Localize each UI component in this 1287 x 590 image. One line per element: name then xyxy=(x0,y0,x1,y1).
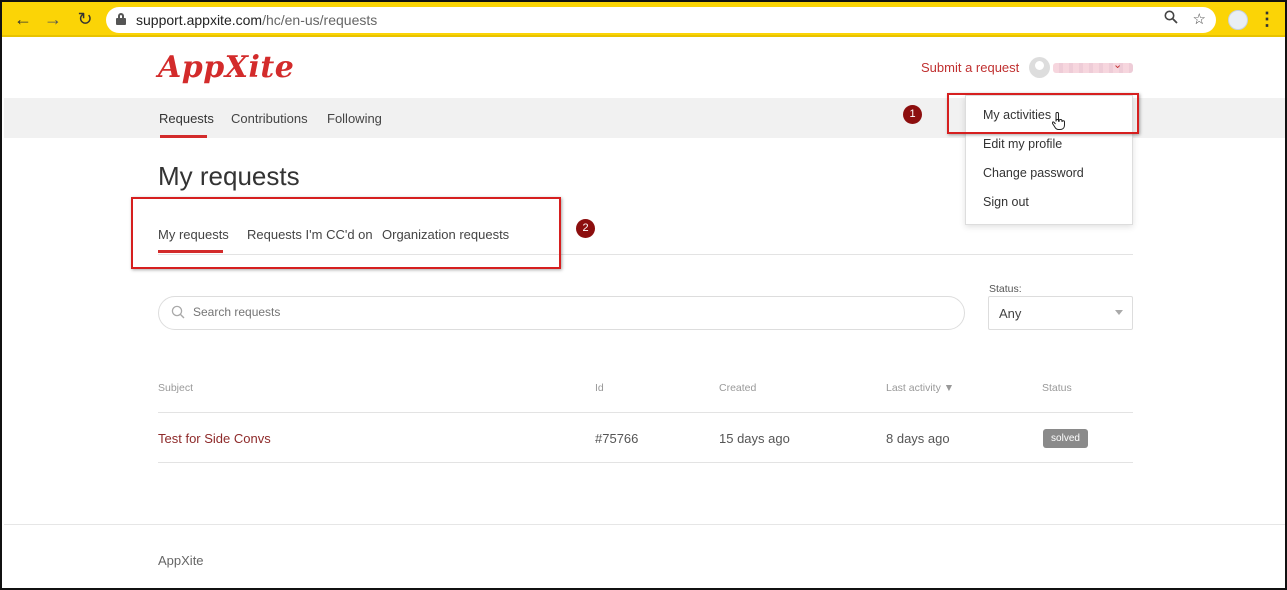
nav-contributions[interactable]: Contributions xyxy=(231,111,308,126)
url-text: support.appxite.com/hc/en-us/requests xyxy=(136,12,377,28)
menu-item-sign-out[interactable]: Sign out xyxy=(983,195,1029,209)
appxite-logo[interactable]: AppXite xyxy=(158,50,294,85)
status-selected-value: Any xyxy=(999,306,1022,321)
extension-icon[interactable] xyxy=(1228,10,1248,30)
highlight-box-my-activities xyxy=(947,93,1139,134)
browser-toolbar: ← → ↻ support.appxite.com/hc/en-us/reque… xyxy=(2,2,1285,37)
highlight-box-tabs xyxy=(131,197,561,269)
table-row-divider xyxy=(158,462,1133,463)
status-filter-label: Status: xyxy=(989,283,1022,295)
address-bar[interactable]: support.appxite.com/hc/en-us/requests ☆ xyxy=(106,7,1216,33)
search-box[interactable] xyxy=(158,296,965,330)
column-header-status: Status xyxy=(1042,382,1072,394)
status-filter-select[interactable]: Any xyxy=(988,296,1133,330)
caret-down-icon xyxy=(1115,310,1123,315)
menu-item-edit-profile[interactable]: Edit my profile xyxy=(983,137,1062,151)
request-id: #75766 xyxy=(595,431,639,446)
request-last-activity: 8 days ago xyxy=(886,431,950,446)
reload-icon[interactable]: ↻ xyxy=(74,8,96,30)
status-badge: solved xyxy=(1043,429,1088,448)
browser-menu-icon[interactable]: ⋮ xyxy=(1258,8,1276,30)
menu-item-change-password[interactable]: Change password xyxy=(983,166,1084,180)
hand-cursor-icon xyxy=(1052,112,1065,130)
column-header-id: Id xyxy=(595,382,604,394)
nav-requests[interactable]: Requests xyxy=(159,111,214,126)
url-path: /hc/en-us/requests xyxy=(262,12,378,28)
table-header-divider xyxy=(158,412,1133,413)
back-arrow-icon[interactable]: ← xyxy=(12,8,34,30)
page-title: My requests xyxy=(158,161,300,191)
request-subject-link[interactable]: Test for Side Convs xyxy=(158,431,271,446)
avatar xyxy=(1029,57,1050,78)
zoom-icon[interactable] xyxy=(1164,10,1178,28)
search-input[interactable] xyxy=(193,305,893,319)
annotation-badge-1: 1 xyxy=(903,105,922,124)
footer-brand: AppXite xyxy=(158,553,204,568)
footer-divider xyxy=(4,524,1285,525)
forward-arrow-icon[interactable]: → xyxy=(42,8,64,30)
nav-active-indicator xyxy=(160,135,207,138)
submit-request-link[interactable]: Submit a request xyxy=(921,60,1019,75)
search-icon xyxy=(171,305,185,319)
browser-window: ← → ↻ support.appxite.com/hc/en-us/reque… xyxy=(0,0,1287,590)
bookmark-star-icon[interactable]: ☆ xyxy=(1193,10,1206,28)
column-header-created: Created xyxy=(719,382,757,394)
chevron-down-icon: ⌄ xyxy=(1113,59,1123,71)
annotation-badge-2: 2 xyxy=(576,219,595,238)
column-header-subject: Subject xyxy=(158,382,194,394)
lock-icon xyxy=(116,13,126,25)
column-header-last-activity[interactable]: Last activity ▼ xyxy=(886,382,954,394)
nav-following[interactable]: Following xyxy=(327,111,382,126)
url-host: support.appxite.com xyxy=(136,12,263,28)
request-created: 15 days ago xyxy=(719,431,790,446)
